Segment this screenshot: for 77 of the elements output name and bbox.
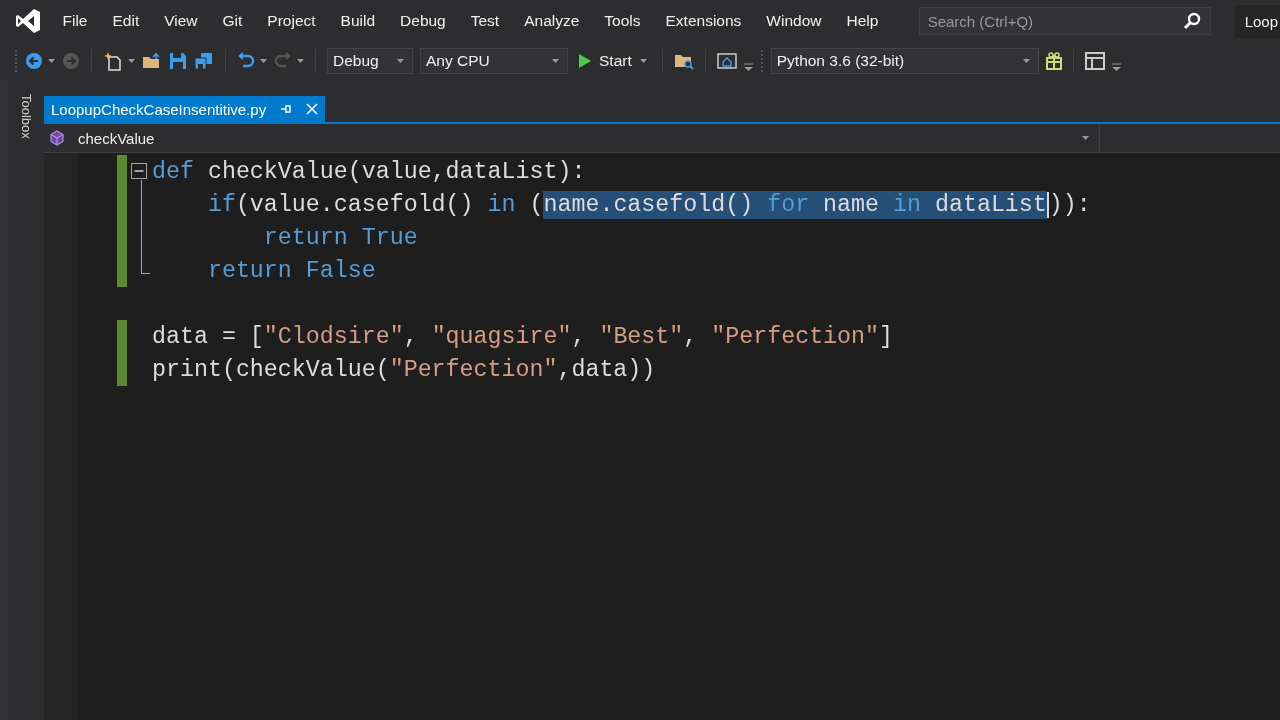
code-text: , xyxy=(683,322,699,351)
app-logo-icon[interactable] xyxy=(14,7,42,35)
start-button[interactable]: Start xyxy=(575,52,651,70)
open-folder-icon[interactable] xyxy=(142,52,162,70)
dropdown-caret-icon[interactable] xyxy=(260,59,267,63)
window-title: Loop xyxy=(1234,4,1280,38)
play-icon[interactable] xyxy=(579,54,591,68)
dropdown-caret-icon[interactable] xyxy=(128,59,135,63)
code-text: ,data)) xyxy=(557,355,656,384)
member-dropdown[interactable]: checkValue xyxy=(44,124,1100,152)
menu-item[interactable]: Edit xyxy=(100,12,152,30)
code-keyword: in xyxy=(487,190,516,219)
dropdown-caret-icon[interactable] xyxy=(48,59,55,63)
code-text: )): xyxy=(1048,190,1091,219)
code-keyword: return False xyxy=(206,256,376,285)
home-window-icon[interactable] xyxy=(716,52,737,70)
environment-dropdown[interactable]: Python 3.6 (32-bit) xyxy=(770,48,1039,74)
platform-dropdown[interactable]: Any CPU xyxy=(420,48,568,74)
menu-item[interactable]: View xyxy=(151,12,211,30)
dropdown-caret-icon[interactable] xyxy=(639,59,647,63)
code-text: checkValue(value,dataList): xyxy=(206,157,586,186)
string-literal: "Clodsire" xyxy=(263,322,404,351)
save-all-icon[interactable] xyxy=(194,52,214,70)
menu-item[interactable]: Extensions xyxy=(653,12,754,30)
code-keyword: in xyxy=(893,190,921,219)
folder-search-icon[interactable] xyxy=(673,52,694,70)
cube-icon[interactable] xyxy=(49,130,65,146)
menu-item[interactable]: Git xyxy=(210,12,255,30)
overflow-icon[interactable] xyxy=(1111,63,1121,72)
string-literal: "Perfection" xyxy=(711,322,880,351)
code-keyword: def xyxy=(152,157,194,186)
dropdown-caret-icon[interactable] xyxy=(397,59,404,63)
menu-item[interactable]: Window xyxy=(753,12,834,30)
string-literal: "quagsire" xyxy=(431,322,572,351)
back-icon[interactable] xyxy=(25,52,43,70)
dropdown-caret-icon[interactable] xyxy=(552,59,559,63)
menu-item[interactable]: Debug xyxy=(387,12,459,30)
configuration-dropdown[interactable]: Debug xyxy=(327,48,413,74)
overflow-icon[interactable] xyxy=(743,63,753,72)
code-text: ] xyxy=(879,322,893,351)
toolbox-tab[interactable]: Toolbox xyxy=(18,94,34,152)
string-literal: "Best" xyxy=(599,322,684,351)
menu-item[interactable]: File xyxy=(50,12,100,30)
layout-icon[interactable] xyxy=(1084,52,1105,70)
code-text: name.casefold() xyxy=(543,190,768,219)
code-text: name xyxy=(809,190,893,219)
code-text: data = [ xyxy=(152,322,264,351)
text-cursor xyxy=(1046,191,1049,218)
menu-item[interactable]: Tools xyxy=(591,12,654,30)
search-icon[interactable] xyxy=(1182,12,1201,30)
save-icon[interactable] xyxy=(169,52,187,70)
new-project-icon[interactable] xyxy=(103,51,123,71)
document-tab[interactable]: LoopupCheckCaseInsentitive.py xyxy=(44,96,326,122)
dropdown-caret-icon[interactable] xyxy=(1082,136,1089,140)
code-text: dataList xyxy=(921,190,1047,219)
code-keyword: for xyxy=(767,190,810,219)
menu-item[interactable]: Help xyxy=(834,12,891,30)
gift-icon[interactable] xyxy=(1045,52,1062,70)
dropdown-caret-icon[interactable] xyxy=(297,59,304,63)
menu-item[interactable]: Project xyxy=(254,12,329,30)
code-text: , xyxy=(571,322,587,351)
menu-item[interactable]: Build xyxy=(328,12,388,30)
collapse-icon[interactable] xyxy=(131,163,147,179)
undo-icon[interactable] xyxy=(237,52,255,70)
code-keyword: if xyxy=(206,190,236,219)
code-keyword: return True xyxy=(262,223,418,252)
code-text: print(checkValue( xyxy=(152,355,390,384)
string-literal: "Perfection" xyxy=(389,355,558,384)
close-icon[interactable] xyxy=(306,103,319,115)
pin-icon[interactable] xyxy=(280,103,293,115)
code-text: (value.casefold() xyxy=(235,190,475,219)
menu-item[interactable]: Analyze xyxy=(511,12,592,30)
code-text: , xyxy=(403,322,419,351)
dropdown-caret-icon[interactable] xyxy=(1022,59,1030,63)
menu-item[interactable]: Test xyxy=(458,12,512,30)
code-text: ( xyxy=(528,190,544,219)
search-field[interactable]: Search (Ctrl+Q) xyxy=(918,7,1211,35)
